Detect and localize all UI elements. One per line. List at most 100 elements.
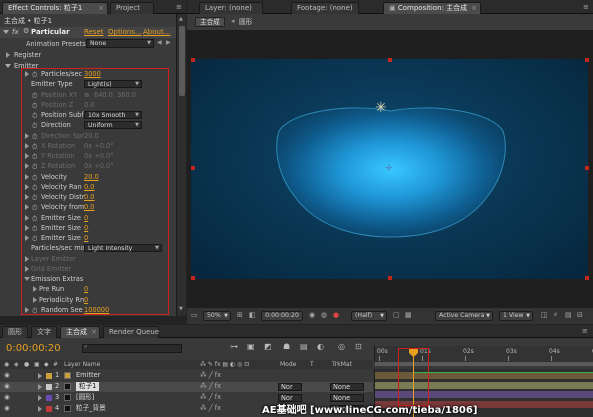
tab-text[interactable]: 文字	[31, 326, 57, 338]
solo-icon[interactable]: ●	[24, 360, 29, 369]
tab-main-comp[interactable]: 主合成 ×	[60, 326, 100, 338]
selection-handle[interactable]	[191, 276, 195, 280]
selection-handle[interactable]	[191, 58, 195, 62]
effect-controls-scrollbar[interactable]: ▲ ▼	[176, 14, 186, 316]
scroll-down-icon[interactable]: ▼	[179, 306, 183, 312]
twirl-closed-icon[interactable]	[38, 373, 42, 379]
lock-icon[interactable]: ▣	[389, 4, 396, 12]
eye-icon[interactable]: ◉	[4, 371, 10, 380]
col-mode[interactable]: Mode	[280, 360, 296, 369]
live-update-icon[interactable]: ▣	[247, 342, 255, 351]
frame-blending-icon[interactable]: ▤	[300, 342, 308, 351]
comp-mini-flowchart-icon[interactable]: ⊶	[230, 342, 238, 351]
eye-icon[interactable]: ◉	[4, 404, 10, 413]
toggle-icon[interactable]: ◫	[541, 311, 548, 319]
preset-next-icon[interactable]: ▶	[166, 39, 171, 46]
twirl-closed-icon[interactable]	[38, 395, 42, 401]
trkmat-dropdown[interactable]: None	[330, 383, 364, 391]
twirl-closed-icon[interactable]	[6, 52, 10, 58]
timeline-timecode[interactable]: 0:00:00:20	[6, 343, 61, 354]
subtab-main[interactable]: 主合成	[195, 17, 225, 27]
close-icon[interactable]: ×	[91, 327, 97, 338]
tab-project[interactable]: Project	[110, 2, 154, 14]
timeline-layer-row[interactable]: ◉ 2 粒子1 ⁂ ╱ fx Nor None	[0, 382, 373, 392]
grid-icon[interactable]: ⊞	[237, 311, 243, 319]
layer-switches-icon[interactable]: ⁂ ╱ fx	[200, 382, 221, 391]
label-color-swatch[interactable]	[46, 395, 52, 401]
selection-handle[interactable]	[585, 58, 589, 62]
label-color-swatch[interactable]	[46, 384, 52, 390]
register-group[interactable]: Register	[0, 50, 176, 61]
about-link[interactable]: About...	[143, 28, 170, 36]
eye-icon[interactable]: ◉	[4, 360, 9, 369]
flowchart-icon[interactable]: ⊟	[577, 311, 583, 319]
comp-canvas[interactable]: ✳ ✛	[191, 59, 588, 279]
snapshot-icon[interactable]: ◉	[309, 311, 315, 319]
panel-menu-icon[interactable]: ≡	[582, 327, 588, 335]
mode-dropdown[interactable]: Nor	[278, 383, 302, 391]
lock-icon[interactable]: ▣	[34, 360, 40, 369]
twirl-closed-icon[interactable]	[38, 384, 42, 390]
comp-viewer[interactable]: ✳ ✛	[187, 30, 593, 308]
label-color-swatch[interactable]	[46, 373, 52, 379]
anchor-crosshair-icon[interactable]: ✛	[385, 164, 393, 174]
motion-blur-icon[interactable]: ◐	[317, 342, 324, 351]
animation-presets-dropdown[interactable]: None ▼	[86, 39, 154, 48]
layer-switches-icon[interactable]: ⁂ ╱ fx	[200, 393, 221, 402]
layer-name[interactable]: Emitter	[76, 371, 100, 380]
selection-handle[interactable]	[585, 166, 589, 170]
eye-icon[interactable]: ◉	[4, 382, 10, 391]
view-dropdown[interactable]: 1 View ▼	[499, 311, 533, 321]
fx-icon[interactable]: fx	[12, 28, 19, 36]
hide-shy-icon[interactable]: ☗	[283, 342, 290, 351]
region-icon[interactable]: ▢	[393, 311, 400, 319]
tab-composition[interactable]: ▣ Composition: 主合成 ×	[383, 2, 481, 14]
reset-link[interactable]: Reset	[84, 28, 104, 36]
close-icon[interactable]: ×	[98, 3, 104, 14]
tab-render-queue[interactable]: Render Queue	[103, 326, 159, 338]
tab-circle[interactable]: 圆形	[2, 326, 28, 338]
timeline-layer-row[interactable]: ◉ 1 Emitter ⁂ ╱ fx	[0, 371, 373, 381]
tab-effect-controls[interactable]: Effect Controls: 粒子1 ×	[2, 2, 108, 14]
timecode-field[interactable]: 0:00:00:20	[261, 311, 303, 321]
zoom-dropdown[interactable]: 50% ▼	[203, 311, 231, 321]
resolution-dropdown[interactable]: (Half) ▼	[351, 311, 387, 321]
graph-editor-icon[interactable]: ⊡	[355, 342, 362, 351]
fast-preview-icon[interactable]: ⚡	[553, 311, 558, 319]
col-layer-name[interactable]: Layer Name	[64, 360, 100, 369]
twirl-open-icon[interactable]	[3, 30, 9, 34]
selection-handle[interactable]	[585, 276, 589, 280]
layer-name[interactable]: [圆形]	[76, 393, 94, 402]
subtab-shape[interactable]: 圆形	[239, 17, 252, 27]
light-emitter-icon[interactable]: ✳	[375, 100, 387, 116]
show-snapshot-icon[interactable]: ◍	[321, 311, 327, 319]
options-link[interactable]: Options...	[108, 28, 142, 36]
layer-switches-icon[interactable]: ⁂ ╱ fx	[200, 404, 221, 413]
camera-icon[interactable]: ◧	[249, 311, 256, 319]
eye-icon[interactable]: ◉	[4, 393, 10, 402]
preset-prev-icon[interactable]: ◀	[157, 39, 162, 46]
twirl-closed-icon[interactable]	[38, 406, 42, 412]
scroll-up-icon[interactable]: ▲	[179, 16, 183, 22]
camera-dropdown[interactable]: Active Camera ▼	[435, 311, 493, 321]
tab-footage[interactable]: Footage: (none)	[291, 2, 359, 14]
audio-icon[interactable]: ◈	[14, 360, 19, 369]
close-icon[interactable]: ×	[471, 3, 477, 14]
transparency-grid-icon[interactable]: ▦	[405, 311, 412, 319]
timeline-icon[interactable]: ▤	[565, 311, 572, 319]
selection-handle[interactable]	[388, 276, 392, 280]
scrollbar-thumb[interactable]	[179, 26, 185, 96]
layer-name[interactable]: 粒子1	[76, 382, 100, 391]
panel-menu-icon[interactable]: ≡	[176, 3, 182, 11]
twirl-open-icon[interactable]	[5, 64, 11, 68]
selection-handle[interactable]	[388, 58, 392, 62]
tab-layer[interactable]: Layer: (none)	[199, 2, 263, 14]
label-color-swatch[interactable]	[46, 406, 52, 412]
selection-handle[interactable]	[191, 166, 195, 170]
draft-3d-icon[interactable]: ◩	[264, 342, 272, 351]
brainstorm-icon[interactable]: ◎	[338, 342, 345, 351]
layer-switches-icon[interactable]: ⁂ ╱ fx	[200, 371, 221, 380]
channel-icon[interactable]: ●	[333, 311, 339, 319]
layer-name[interactable]: 粒子_背景	[76, 404, 106, 413]
always-preview-icon[interactable]: ▭	[191, 311, 198, 319]
